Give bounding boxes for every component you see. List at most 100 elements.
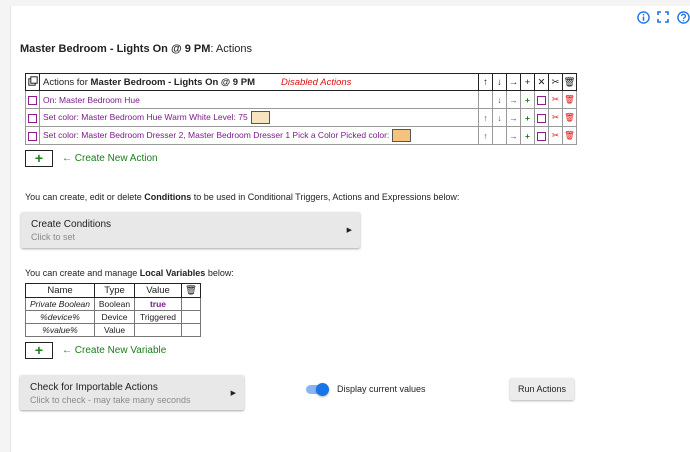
row-checkbox-cell[interactable]	[534, 126, 549, 145]
variable-type: Device	[94, 310, 135, 324]
header-rule-name: Master Bedroom - Lights On @ 9 PM	[90, 76, 255, 88]
variable-row[interactable]: Private Boolean Boolean true	[25, 297, 202, 311]
move-up-icon[interactable]: ↑	[478, 73, 493, 91]
create-new-action-label[interactable]: Create New Action	[75, 153, 158, 164]
row-up-icon[interactable]: ↑	[478, 108, 493, 127]
help-icon[interactable]	[676, 10, 690, 24]
variable-value: Triggered	[134, 310, 182, 324]
variables-intro-prefix: You can create and manage	[25, 268, 140, 278]
action-text[interactable]: On: Master Bedroom Hue	[39, 90, 479, 109]
row-up-icon[interactable]: ↑	[478, 126, 493, 145]
select-all-icon[interactable]	[25, 73, 40, 91]
row-insert-icon[interactable]: +	[520, 90, 535, 109]
create-new-variable-link[interactable]: ← Create New Variable	[62, 345, 166, 356]
row-checkbox-cell[interactable]	[534, 108, 549, 127]
disabled-actions-link[interactable]: Disabled Actions	[281, 77, 351, 88]
create-variable-row: + ← Create New Variable	[25, 342, 166, 359]
variable-empty-cell	[180, 297, 202, 311]
display-values-toggle[interactable]	[306, 383, 329, 396]
action-label[interactable]: Set color: Master Bedroom Hue Warm White…	[43, 112, 248, 122]
conditions-intro-suffix: to be used in Conditional Triggers, Acti…	[191, 192, 460, 202]
create-conditions-sublabel: Click to set	[31, 232, 76, 242]
check-importable-button[interactable]: Check for Importable Actions Click to ch…	[20, 375, 244, 410]
variable-name[interactable]: %value%	[25, 323, 95, 337]
row-trash-icon[interactable]: 🗑	[562, 126, 577, 145]
variable-type: Value	[94, 323, 135, 337]
checkbox-icon[interactable]	[28, 131, 37, 141]
row-select-checkbox[interactable]	[25, 108, 40, 127]
add-variable-icon[interactable]: +	[25, 342, 53, 359]
rule-name: Master Bedroom - Lights On @ 9 PM	[20, 43, 211, 55]
col-name-header: Name	[25, 283, 95, 298]
caret-right-icon: ▶	[346, 227, 352, 234]
col-value-header: Value	[134, 283, 182, 298]
row-indent-icon[interactable]: →	[506, 108, 521, 127]
row-cut-icon[interactable]: ✂	[548, 126, 563, 145]
color-swatch	[392, 129, 412, 142]
action-text[interactable]: Set color: Master Bedroom Hue Warm White…	[39, 108, 479, 127]
row-select-checkbox[interactable]	[25, 126, 40, 145]
indent-icon[interactable]: →	[506, 73, 521, 91]
toggle-knob[interactable]	[316, 383, 329, 396]
run-actions-button[interactable]: Run Actions	[510, 378, 574, 400]
create-new-variable-label[interactable]: Create New Variable	[75, 345, 167, 356]
check-importable-sublabel: Click to check - may take many seconds	[30, 395, 191, 405]
variable-type: Boolean	[94, 297, 135, 311]
action-label[interactable]: Set color: Master Bedroom Dresser 2, Mas…	[43, 130, 389, 140]
row-indent-icon[interactable]: →	[506, 126, 521, 145]
variable-name[interactable]: Private Boolean	[25, 297, 95, 311]
variable-name[interactable]: %device%	[25, 310, 95, 324]
conditions-intro-bold: Conditions	[144, 192, 192, 202]
fullscreen-icon[interactable]	[656, 10, 670, 24]
row-down-cell	[492, 126, 507, 145]
info-icon[interactable]	[636, 10, 650, 24]
variables-header-row: Name Type Value 🗑	[25, 283, 202, 298]
row-trash-icon[interactable]: 🗑	[562, 108, 577, 127]
row-insert-icon[interactable]: +	[520, 126, 535, 145]
actions-table: Actions for Master Bedroom - Lights On @…	[25, 73, 577, 145]
top-gutter	[10, 0, 690, 6]
add-action-icon[interactable]: +	[25, 150, 53, 167]
create-conditions-button[interactable]: Create Conditions Click to set ▶	[21, 212, 360, 248]
color-swatch	[250, 111, 270, 124]
row-delete-checkbox-icon[interactable]	[537, 113, 546, 123]
row-delete-checkbox-icon[interactable]	[537, 95, 546, 105]
row-cut-icon[interactable]: ✂	[548, 108, 563, 127]
variable-value[interactable]: true	[134, 297, 182, 311]
row-indent-icon[interactable]: →	[506, 90, 521, 109]
action-row[interactable]: On: Master Bedroom Hue ↓ → + ✂ 🗑	[25, 90, 577, 109]
page-title: Master Bedroom - Lights On @ 9 PM: Actio…	[20, 43, 252, 55]
action-label[interactable]: On: Master Bedroom Hue	[43, 95, 140, 105]
checkbox-icon[interactable]	[28, 95, 37, 105]
left-gutter	[0, 0, 11, 452]
col-type-header: Type	[94, 283, 135, 298]
variable-row[interactable]: %value% Value	[25, 323, 202, 337]
cut-icon[interactable]: ✂	[548, 73, 563, 91]
row-up-cell	[478, 90, 493, 109]
insert-icon[interactable]: +	[520, 73, 535, 91]
display-values-label: Display current values	[337, 384, 426, 394]
variable-empty-cell	[180, 323, 202, 337]
create-new-action-link[interactable]: ← Create New Action	[62, 153, 158, 164]
create-action-row: + ← Create New Action	[25, 150, 158, 167]
row-trash-icon[interactable]: 🗑	[562, 90, 577, 109]
action-row[interactable]: Set color: Master Bedroom Hue Warm White…	[25, 108, 577, 127]
move-down-icon[interactable]: ↓	[492, 73, 507, 91]
row-select-checkbox[interactable]	[25, 90, 40, 109]
action-text[interactable]: Set color: Master Bedroom Dresser 2, Mas…	[39, 126, 479, 145]
checkbox-icon[interactable]	[28, 113, 37, 123]
row-down-icon[interactable]: ↓	[492, 108, 507, 127]
row-down-icon[interactable]: ↓	[492, 90, 507, 109]
variables-trash-icon[interactable]: 🗑	[180, 283, 202, 298]
action-row[interactable]: Set color: Master Bedroom Dresser 2, Mas…	[25, 126, 577, 145]
conditions-intro: You can create, edit or delete Condition…	[25, 192, 459, 202]
row-insert-icon[interactable]: +	[520, 108, 535, 127]
variable-value	[134, 323, 182, 337]
variable-row[interactable]: %device% Device Triggered	[25, 310, 202, 324]
actions-header-row: Actions for Master Bedroom - Lights On @…	[25, 73, 577, 91]
delete-mode-icon[interactable]: ✕	[534, 73, 549, 91]
trash-icon[interactable]: 🗑	[562, 73, 577, 91]
row-cut-icon[interactable]: ✂	[548, 90, 563, 109]
row-checkbox-cell[interactable]	[534, 90, 549, 109]
row-delete-checkbox-icon[interactable]	[537, 131, 546, 141]
